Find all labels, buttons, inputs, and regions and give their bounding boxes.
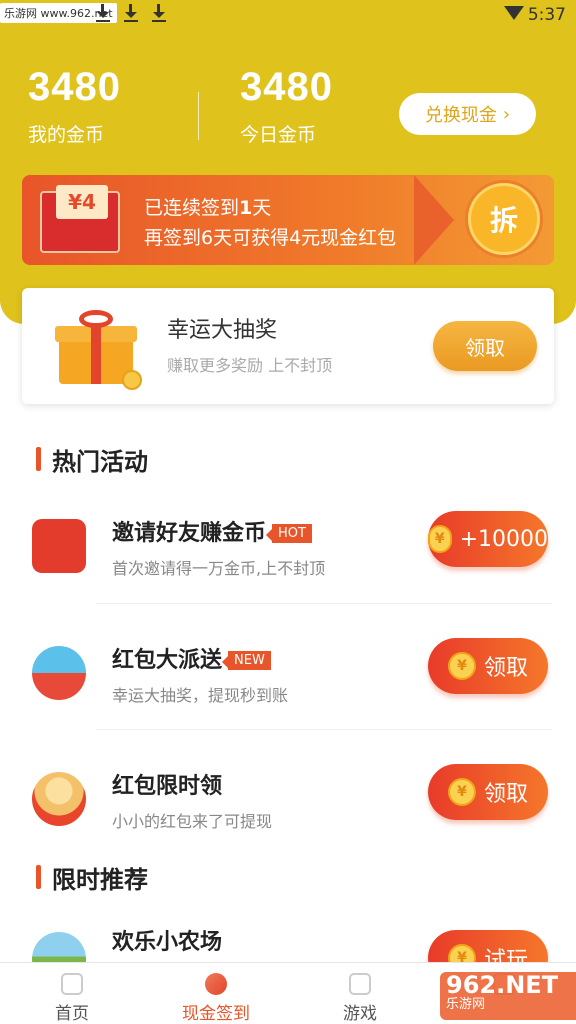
tab-cash-signin[interactable]: 现金签到 <box>144 963 288 1024</box>
lottery-subtitle: 赚取更多奖励 上不封顶 <box>167 356 333 375</box>
exchange-cash-button[interactable]: 兑换现金 › <box>399 93 536 135</box>
gift-envelope-icon <box>32 646 86 700</box>
new-badge: NEW <box>222 651 271 670</box>
red-envelope-icon: ¥4 <box>40 185 120 253</box>
section-title-hot: 热门活动 <box>36 442 148 477</box>
coin-icon: ¥ <box>428 525 452 553</box>
limited-claim-label: 领取 <box>483 782 528 807</box>
signin-streak-suffix: 天 <box>252 197 272 219</box>
activity-subtitle: 幸运大抽奖，提现秒到账 <box>112 686 289 705</box>
tab-label: 游戏 <box>343 1004 377 1024</box>
signin-text: 已连续签到1天 再签到6天可获得4元现金红包 <box>144 193 396 253</box>
my-coins-label: 我的金币 <box>28 124 105 146</box>
my-coins: 3480 我的金币 <box>28 65 121 147</box>
gamepad-icon <box>349 973 371 995</box>
today-coins-label: 今日金币 <box>240 124 317 146</box>
section-title-limited: 限时推荐 <box>36 860 148 895</box>
signin-streak: 已连续签到1天 <box>144 193 396 223</box>
coin-envelope-icon <box>32 772 86 826</box>
lottery-card: 幸运大抽奖 赚取更多奖励 上不封顶 领取 <box>22 288 554 404</box>
activity-title-text: 红包大派送 <box>112 648 223 673</box>
signin-reward-text: 再签到6天可获得4元现金红包 <box>144 227 397 249</box>
limited-claim-button[interactable]: ¥ 领取 <box>428 764 548 820</box>
coin-icon <box>205 973 227 995</box>
coin-icon: ¥ <box>447 778 476 806</box>
signin-banner[interactable]: ¥4 已连续签到1天 再签到6天可获得4元现金红包 拆 <box>22 175 554 265</box>
activity-subtitle: 小小的红包来了可提现 <box>112 812 273 831</box>
notification-icons <box>95 4 167 22</box>
activity-title: 邀请好友赚金币 HOT <box>112 515 312 547</box>
lottery-claim-button[interactable]: 领取 <box>433 321 537 371</box>
activity-row-invite: 邀请好友赚金币 HOT 首次邀请得一万金币,上不封顶 ¥ +10000 <box>0 505 576 615</box>
signin-streak-prefix: 已连续签到 <box>144 197 240 219</box>
my-coins-value: 3480 <box>28 65 121 109</box>
site-watermark: 962.NET 乐游网 <box>440 972 576 1020</box>
divider <box>96 729 552 730</box>
wifi-icon <box>504 6 524 20</box>
try-play-button[interactable]: ¥ 试玩 <box>428 930 548 962</box>
envelope-amount: ¥4 <box>56 185 108 219</box>
today-coins-value: 3480 <box>240 65 333 109</box>
download-icon <box>151 4 167 22</box>
signin-streak-days: 1 <box>239 197 253 219</box>
giveaway-claim-button[interactable]: ¥ 领取 <box>428 638 548 694</box>
invite-reward-button[interactable]: ¥ +10000 <box>428 511 548 567</box>
download-icon <box>123 4 139 22</box>
invite-reward-label: +10000 <box>459 526 548 552</box>
activity-row-limited: 红包限时领 小小的红包来了可提现 ¥ 领取 <box>0 758 576 868</box>
divider <box>96 603 552 604</box>
activity-subtitle: 首次邀请得一万金币,上不封顶 <box>112 559 326 578</box>
recommend-title: 欢乐小农场 <box>112 930 223 955</box>
status-time: 5:37 <box>527 5 566 25</box>
status-bar: 乐游网 www.962.net 5:37 <box>0 0 576 30</box>
hot-badge: HOT <box>266 524 312 543</box>
tab-home[interactable]: 首页 <box>0 963 144 1024</box>
home-icon <box>61 973 83 995</box>
tab-label: 首页 <box>55 1004 89 1024</box>
coin-icon <box>122 370 142 390</box>
banner-fold <box>414 175 454 265</box>
coin-icon: ¥ <box>447 652 476 680</box>
farm-icon <box>32 932 86 962</box>
lottery-title: 幸运大抽奖 <box>167 318 278 343</box>
exchange-label: 兑换现金 <box>424 105 497 126</box>
tab-games[interactable]: 游戏 <box>288 963 432 1024</box>
header-divider <box>198 92 199 140</box>
activity-title: 红包限时领 <box>112 774 223 799</box>
coin-icon: ¥ <box>447 944 476 962</box>
today-coins: 3480 今日金币 <box>240 65 333 147</box>
giveaway-claim-label: 领取 <box>483 656 528 681</box>
open-envelope-button[interactable]: 拆 <box>468 183 540 255</box>
activity-title: 红包大派送 NEW <box>112 642 271 674</box>
red-envelope-icon <box>32 519 86 573</box>
coin-header: 3480 我的金币 3480 今日金币 兑换现金 › ¥4 已连续签到1天 再签… <box>0 30 576 324</box>
try-play-label: 试玩 <box>483 948 528 962</box>
activity-row-giveaway: 红包大派送 NEW 幸运大抽奖，提现秒到账 ¥ 领取 <box>0 632 576 742</box>
tab-label: 现金签到 <box>182 1004 250 1024</box>
activity-title-text: 邀请好友赚金币 <box>112 521 267 546</box>
download-icon <box>95 4 111 22</box>
chevron-right-icon: › <box>502 103 511 125</box>
recommend-row-farm: 欢乐小农场 ¥ 试玩 <box>0 922 576 962</box>
